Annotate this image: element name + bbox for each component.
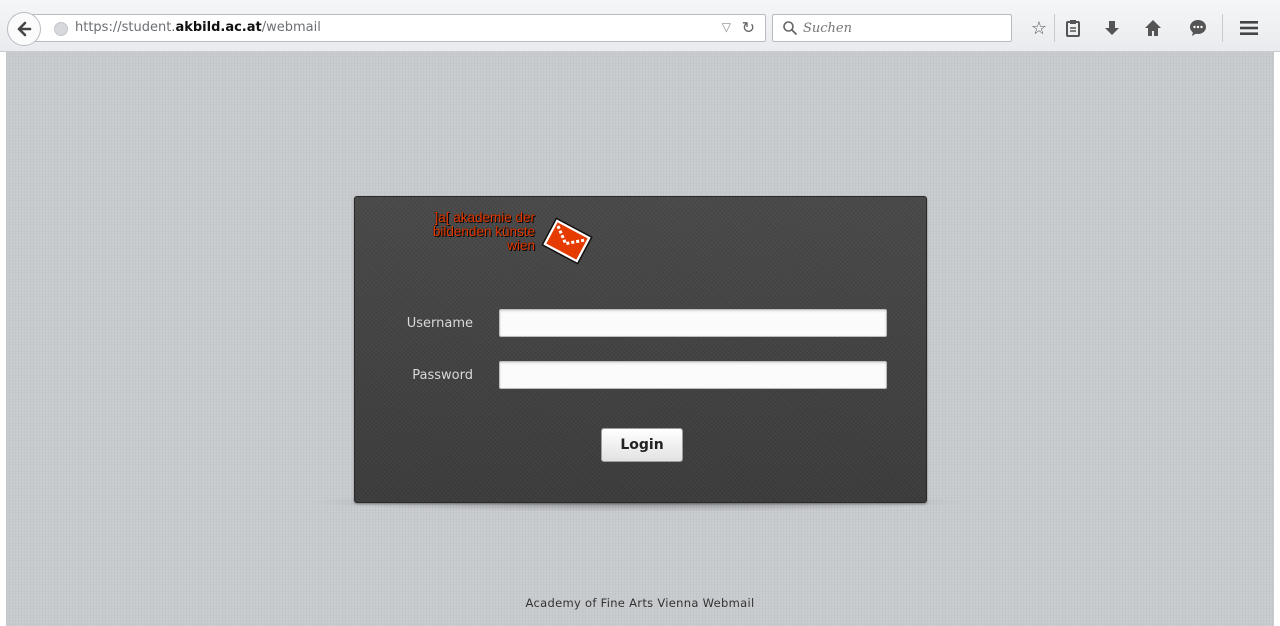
url-domain: akbild.ac.at [175,20,262,35]
logo-line-1: ]a[ akademie der [434,210,535,225]
download-icon[interactable] [1100,16,1124,40]
hamburger-menu-icon[interactable] [1237,16,1261,40]
footer-text: Academy of Fine Arts Vienna Webmail [525,596,755,610]
toolbar-divider [1222,14,1223,42]
webmail-login-page: ]a[ akademie der bildenden künste wien U… [6,52,1274,626]
star-icon[interactable]: ☆ [1027,16,1051,40]
envelope-logo-icon [541,217,593,265]
home-icon[interactable] [1141,16,1165,40]
url-text[interactable]: https://student.akbild.ac.at/webmail [75,20,321,35]
logo-line-3: wien [507,238,535,253]
password-label: Password [412,368,473,383]
back-button[interactable] [7,12,41,46]
dropdown-arrow-icon[interactable]: ▽ [722,20,731,34]
search-bar[interactable]: Suchen [772,14,1012,42]
login-button[interactable]: Login [601,428,683,462]
toolbar-divider [1054,14,1055,42]
address-bar[interactable]: https://student.akbild.ac.at/webmail ▽ ↻ [26,14,766,42]
browser-toolbar: https://student.akbild.ac.at/webmail ▽ ↻… [0,0,1280,52]
chat-icon[interactable] [1186,16,1210,40]
globe-icon [54,22,68,36]
reload-icon[interactable]: ↻ [742,18,755,37]
akademie-logo-text: ]a[ akademie der bildenden künste wien [413,211,535,253]
username-input[interactable] [499,309,887,337]
password-input[interactable] [499,361,887,389]
back-arrow-icon [17,21,32,37]
logo-line-2: bildenden künste [432,224,535,239]
search-icon [783,21,797,35]
login-panel: ]a[ akademie der bildenden künste wien U… [354,196,927,503]
clipboard-icon[interactable] [1061,16,1085,40]
search-placeholder: Suchen [803,21,852,36]
username-label: Username [406,316,473,331]
url-path: /webmail [261,20,321,35]
url-prefix: https://student. [75,20,176,35]
